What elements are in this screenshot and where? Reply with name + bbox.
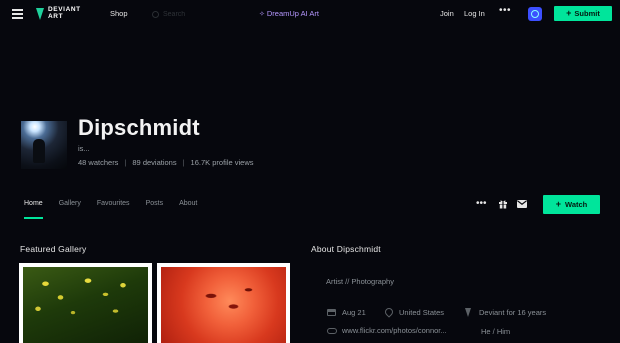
submit-button[interactable]: + Submit bbox=[554, 6, 612, 21]
logo-line-2: ART bbox=[48, 12, 64, 20]
cake-icon bbox=[327, 309, 336, 316]
dreamup-label: DreamUp AI Art bbox=[266, 9, 319, 18]
sparkle-icon: ✧ bbox=[259, 10, 265, 18]
avatar[interactable] bbox=[21, 121, 67, 169]
thumbnail-image bbox=[23, 267, 148, 343]
plus-icon: + bbox=[566, 8, 572, 18]
watchers-count[interactable]: 48 watchers bbox=[78, 158, 118, 167]
about-pronouns: He / Him bbox=[481, 327, 510, 336]
about-role: Artist // Photography bbox=[326, 277, 394, 286]
join-link[interactable]: Join bbox=[440, 9, 454, 18]
about-title: About Dipschmidt bbox=[311, 244, 381, 254]
search-bar[interactable] bbox=[152, 8, 247, 20]
tab-favourites[interactable]: Favourites bbox=[97, 200, 130, 207]
profile-tabs: Home Gallery Favourites Posts About bbox=[24, 200, 213, 219]
avatar-figure bbox=[33, 139, 45, 163]
birthday-value: Aug 21 bbox=[342, 308, 366, 317]
stats-separator: | bbox=[182, 158, 185, 167]
location-pin-icon bbox=[384, 308, 393, 317]
plus-icon: + bbox=[555, 199, 562, 209]
profile-more-icon[interactable]: ••• bbox=[476, 198, 487, 209]
logo-wordmark: DEVIANT ART bbox=[48, 6, 81, 20]
gallery-thumbnail-flowers-yellow[interactable] bbox=[19, 263, 152, 343]
about-birthday: Aug 21 bbox=[327, 308, 366, 317]
profile-views-count: 16.7K profile views bbox=[190, 158, 254, 167]
about-website[interactable]: www.flickr.com/photos/connor... bbox=[327, 326, 447, 335]
profile-name: Dipschmidt bbox=[78, 115, 200, 140]
tab-gallery[interactable]: Gallery bbox=[59, 200, 81, 207]
watch-button[interactable]: + Watch bbox=[543, 195, 600, 214]
gift-icon[interactable] bbox=[498, 199, 508, 209]
deviantart-logo-icon bbox=[36, 7, 44, 20]
profile-tagline: is... bbox=[78, 144, 90, 153]
top-navigation-bar: DEVIANT ART Shop ✧ DreamUp AI Art Join L… bbox=[0, 0, 620, 27]
mail-icon[interactable] bbox=[517, 200, 527, 208]
location-value: United States bbox=[399, 308, 445, 317]
deviant-for-value: Deviant for 16 years bbox=[479, 308, 547, 317]
deviantart-logo[interactable]: DEVIANT ART bbox=[36, 6, 81, 20]
shop-link[interactable]: Shop bbox=[110, 9, 128, 18]
pronouns-value: He / Him bbox=[481, 327, 511, 336]
link-icon bbox=[327, 326, 337, 335]
submit-label: Submit bbox=[574, 9, 600, 18]
featured-gallery-title: Featured Gallery bbox=[20, 244, 87, 254]
more-options-icon[interactable]: ••• bbox=[499, 5, 511, 16]
deviations-count[interactable]: 89 deviations bbox=[132, 158, 176, 167]
login-link[interactable]: Log In bbox=[464, 9, 485, 18]
core-membership-icon[interactable] bbox=[528, 7, 542, 21]
deviantart-logo-icon bbox=[464, 308, 473, 317]
profile-stats: 48 watchers | 89 deviations | 16.7K prof… bbox=[78, 158, 254, 167]
website-link[interactable]: www.flickr.com/photos/connor... bbox=[342, 326, 447, 335]
tab-posts[interactable]: Posts bbox=[146, 200, 164, 207]
about-deviant-since: Deviant for 16 years bbox=[464, 308, 546, 317]
about-location: United States bbox=[384, 308, 444, 317]
tab-about[interactable]: About bbox=[179, 200, 197, 207]
dreamup-link[interactable]: ✧ DreamUp AI Art bbox=[259, 9, 319, 18]
tab-home[interactable]: Home bbox=[24, 200, 43, 219]
thumbnail-image bbox=[161, 267, 286, 343]
menu-icon[interactable] bbox=[12, 9, 23, 19]
search-input[interactable] bbox=[163, 10, 243, 18]
watch-label: Watch bbox=[565, 200, 588, 209]
gallery-thumbnail-lily-red[interactable] bbox=[157, 263, 290, 343]
search-icon bbox=[152, 10, 159, 18]
stats-separator: | bbox=[124, 158, 127, 167]
